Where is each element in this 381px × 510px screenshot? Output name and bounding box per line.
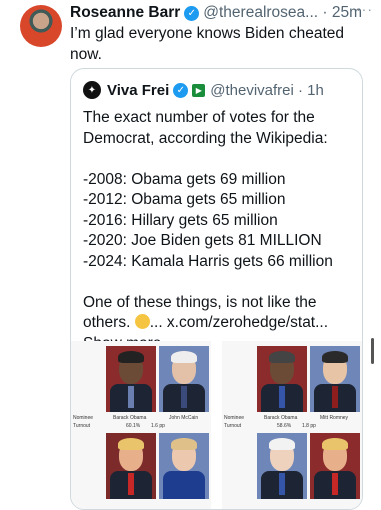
- candidate-photo: [310, 433, 360, 499]
- candidate-name: Barack Obama: [113, 415, 147, 421]
- nominee-label: Nominee: [224, 415, 245, 421]
- candidate-photo: [310, 346, 360, 412]
- vote-line: -2012: Obama gets 65 million: [83, 191, 286, 208]
- tweet-text: I’m glad everyone knows Biden cheated no…: [70, 25, 344, 63]
- media-image-left[interactable]: Nominee Turnout Barack Obama John McCain…: [71, 341, 211, 509]
- vote-line: -2008: Obama gets 69 million: [83, 170, 286, 188]
- candidate-photo: [257, 346, 307, 412]
- turnout-value: 58.6%: [277, 423, 292, 429]
- candidate-photo: [106, 346, 156, 412]
- tweet-header: Roseanne Barr ✓ @therealrosea... · 25m: [70, 3, 375, 23]
- quoted-tweet[interactable]: ✦ Viva Frei ✓ ▶ @thevivafrei · 1h The ex…: [70, 68, 363, 510]
- candidate-name: John McCain: [169, 415, 199, 421]
- vote-line: -2024: Kamala Harris gets 66 million: [83, 252, 333, 270]
- verified-badge-icon: ✓: [184, 5, 200, 21]
- quote-avatar[interactable]: ✦: [83, 81, 101, 99]
- verified-badge-icon: ✓: [173, 82, 189, 98]
- quote-handle-and-time[interactable]: @thevivafrei · 1h: [210, 82, 324, 99]
- quote-header: ✦ Viva Frei ✓ ▶ @thevivafrei · 1h: [83, 81, 324, 99]
- quote-author-name[interactable]: Viva Frei: [107, 82, 169, 99]
- turnout-label: Turnout: [73, 423, 91, 429]
- scrollbar-thumb[interactable]: [371, 338, 374, 364]
- quote-intro: The exact number of votes for the Democr…: [83, 109, 328, 147]
- outro-link[interactable]: ... x.com/zerohedge/stat...: [150, 314, 328, 331]
- channel-square-icon: ▶: [192, 83, 206, 97]
- turnout-change: 1.8 pp: [302, 423, 316, 429]
- handle-and-time[interactable]: @therealrosea... · 25m: [203, 4, 362, 22]
- thinking-face-emoji-icon: [134, 314, 150, 329]
- candidate-photo: [106, 433, 156, 499]
- turnout-change: 1.6 pp: [151, 423, 165, 429]
- candidate-name: Barack Obama: [264, 415, 298, 421]
- candidate-photo: [159, 346, 209, 412]
- candidate-photo: [257, 433, 307, 499]
- nominee-label: Nominee: [73, 415, 94, 421]
- avatar[interactable]: [20, 5, 62, 47]
- turnout-label: Turnout: [224, 423, 242, 429]
- quote-body: The exact number of votes for the Democr…: [83, 108, 353, 354]
- media-image-right[interactable]: Nominee Turnout Barack Obama Mitt Romney…: [222, 341, 362, 509]
- candidate-name: Mitt Romney: [320, 415, 349, 421]
- more-options-icon[interactable]: ···: [356, 1, 373, 17]
- author-name[interactable]: Roseanne Barr: [70, 4, 180, 22]
- turnout-value: 60.1%: [126, 423, 141, 429]
- vote-line: -2016: Hillary gets 65 million: [83, 211, 278, 229]
- quote-media[interactable]: Nominee Turnout Barack Obama John McCain…: [71, 341, 362, 509]
- vote-line: -2020: Joe Biden gets 81 MILLION: [83, 232, 322, 249]
- candidate-photo: [159, 433, 209, 499]
